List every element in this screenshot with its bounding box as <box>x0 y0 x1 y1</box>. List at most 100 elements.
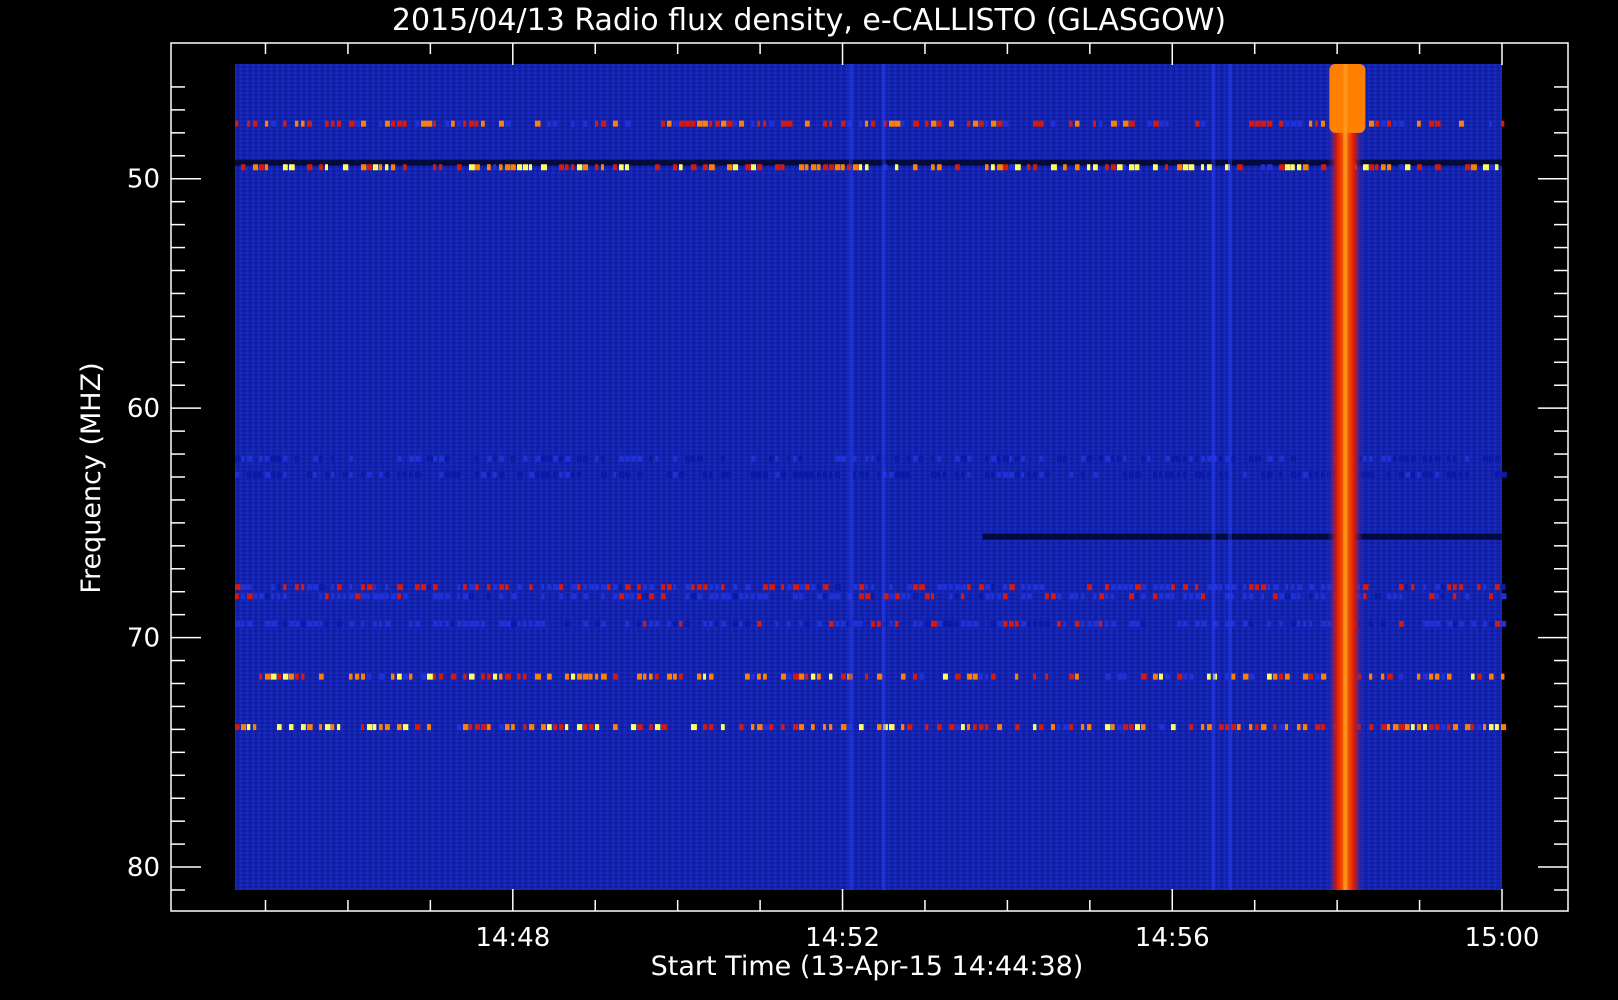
rfi-dash <box>469 620 475 627</box>
rfi-dash <box>619 593 625 600</box>
rfi-dash <box>655 164 660 171</box>
rfi-dash <box>1003 120 1009 127</box>
rfi-dash <box>859 471 864 478</box>
rfi-dash <box>517 673 521 680</box>
rfi-dash <box>1369 120 1375 127</box>
rfi-dash <box>823 164 829 171</box>
spectrogram-figure: 2015/04/13 Radio flux density, e-CALLIST… <box>76 3 1569 982</box>
rfi-dash <box>391 164 396 171</box>
rfi-dash <box>421 673 427 680</box>
rfi-dash <box>1087 724 1092 731</box>
rfi-dash <box>445 593 451 600</box>
rfi-dash <box>1435 120 1441 127</box>
rfi-dash <box>451 620 455 627</box>
rfi-dash <box>1009 620 1014 627</box>
rfi-dash <box>1477 584 1481 591</box>
rfi-dash <box>1015 620 1019 627</box>
rfi-dash <box>1195 593 1201 600</box>
rfi-dash <box>793 584 799 591</box>
rfi-dash <box>973 620 979 627</box>
rfi-dash <box>751 164 757 171</box>
rfi-dash <box>877 620 881 627</box>
rfi-dash <box>1039 724 1044 731</box>
rfi-dash <box>901 471 907 478</box>
rfi-dash <box>433 164 437 171</box>
rfi-dash <box>919 620 923 627</box>
rfi-dash <box>697 584 702 591</box>
rfi-dash <box>649 724 653 731</box>
rfi-dash <box>469 673 475 680</box>
rfi-dash <box>397 471 401 478</box>
rfi-dash <box>325 120 329 127</box>
rfi-dash <box>325 593 329 600</box>
rfi-dash <box>1291 593 1296 600</box>
rfi-dash <box>841 620 846 627</box>
rfi-dash <box>655 620 659 627</box>
rfi-dash <box>1255 455 1261 462</box>
rfi-dash <box>1021 455 1025 462</box>
rfi-dash <box>1141 724 1146 731</box>
rfi-dash <box>385 120 390 127</box>
rfi-dash <box>559 164 564 171</box>
rfi-dash <box>337 584 342 591</box>
rfi-dash <box>709 120 713 127</box>
rfi-dash <box>1495 584 1500 591</box>
rfi-dash <box>985 724 989 731</box>
faint-vertical-line-1 <box>881 64 886 890</box>
rfi-dash <box>799 724 804 731</box>
rfi-dash <box>493 471 497 478</box>
rfi-dash <box>1399 620 1404 627</box>
rfi-dash <box>1429 673 1434 680</box>
rfi-dash <box>499 471 505 478</box>
rfi-dash <box>1321 471 1325 478</box>
rfi-dash <box>1183 620 1188 627</box>
rfi-dash <box>829 620 834 627</box>
rfi-dash <box>331 120 335 127</box>
rfi-dash <box>265 593 271 600</box>
rfi-dash <box>703 164 708 171</box>
rfi-dash <box>523 455 528 462</box>
burst-core <box>1343 64 1348 890</box>
rfi-dash <box>943 584 948 591</box>
rfi-dash <box>1393 724 1399 731</box>
rfi-dash <box>415 455 421 462</box>
rfi-dash <box>403 724 409 731</box>
rfi-dash <box>427 584 431 591</box>
rfi-dash <box>1075 164 1080 171</box>
rfi-dash <box>1315 120 1319 127</box>
rfi-dash <box>499 455 504 462</box>
rfi-dash <box>427 455 433 462</box>
rfi-dash <box>775 471 780 478</box>
rfi-dash <box>823 724 827 731</box>
rfi-dash <box>805 471 811 478</box>
rfi-dash <box>397 455 402 462</box>
rfi-dash <box>1315 673 1320 680</box>
rfi-dash <box>1447 471 1453 478</box>
radio-burst <box>1327 64 1366 890</box>
rfi-dash <box>763 593 769 600</box>
rfi-dash <box>277 471 282 478</box>
rfi-dash <box>409 455 415 462</box>
rfi-dash <box>763 471 768 478</box>
rfi-dash <box>1135 620 1140 627</box>
rfi-dash <box>1441 673 1446 680</box>
rfi-dash <box>301 620 306 627</box>
rfi-dash <box>469 120 475 127</box>
rfi-dash <box>1471 673 1475 680</box>
rfi-dash <box>1261 164 1266 171</box>
rfi-dash <box>475 164 480 171</box>
rfi-dash <box>445 455 450 462</box>
rfi-dash <box>907 724 913 731</box>
rfi-dash <box>373 593 379 600</box>
rfi-dash <box>553 455 558 462</box>
rfi-dash <box>1309 593 1313 600</box>
rfi-dash <box>955 584 961 591</box>
rfi-dash <box>931 593 935 600</box>
rfi-dash <box>1033 584 1039 591</box>
rfi-dash <box>259 455 263 462</box>
rfi-dash <box>931 620 937 627</box>
rfi-dash <box>373 724 377 731</box>
rfi-dash <box>565 471 571 478</box>
rfi-dash <box>1465 593 1470 600</box>
rfi-dash <box>343 164 349 171</box>
